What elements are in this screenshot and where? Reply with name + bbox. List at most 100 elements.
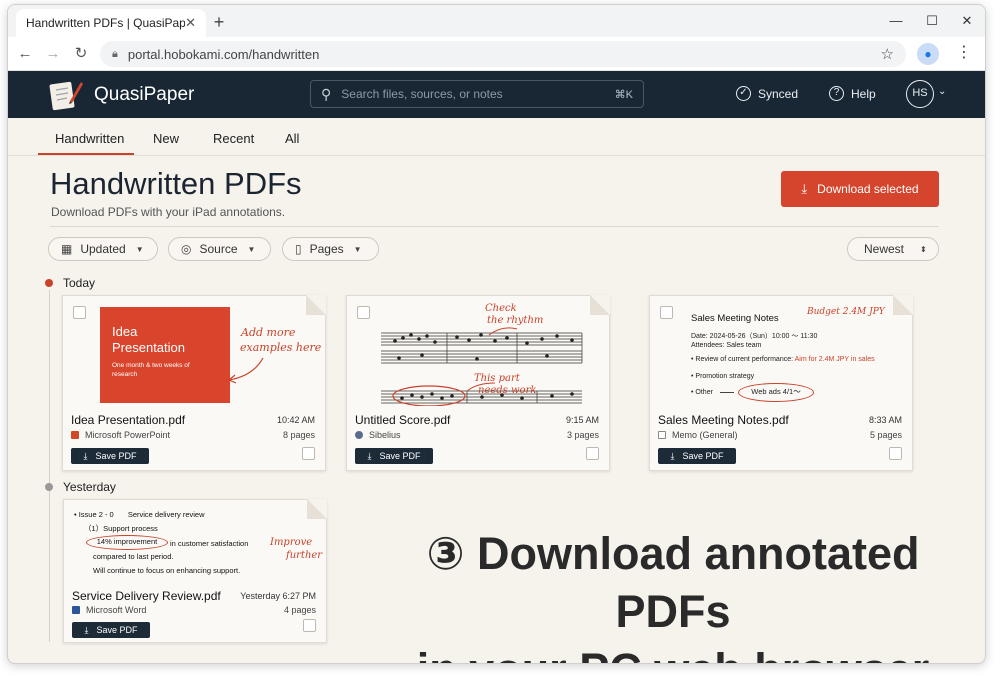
page-title: Handwritten PDFs <box>50 166 302 201</box>
help-link[interactable]: ? Help <box>829 86 876 101</box>
select-checkbox-bottom[interactable] <box>889 447 902 460</box>
new-tab-icon[interactable]: + <box>207 11 231 35</box>
annotation-note-1a: Check <box>485 303 517 314</box>
maximize-icon[interactable]: ☐ <box>921 11 943 31</box>
file-name[interactable]: Untitled Score.pdf <box>355 413 450 427</box>
browser-window: Handwritten PDFs | QuasiPaper ✕ + — ☐ ✕ … <box>7 4 986 664</box>
forward-arrow-icon[interactable]: → <box>42 43 64 65</box>
tab-all[interactable]: All <box>285 131 299 146</box>
chevron-down-icon[interactable]: ⌄ <box>938 86 946 97</box>
doc-line-4: compared to last period. <box>93 552 174 561</box>
search-icon: ⚲ <box>321 85 332 102</box>
page-fold <box>590 295 610 315</box>
slide-sub-1: One month & two weeks of <box>112 362 190 369</box>
browser-tab[interactable]: Handwritten PDFs | QuasiPaper ✕ <box>16 9 206 37</box>
filter-updated[interactable]: ▦ Updated ▼ <box>48 237 158 261</box>
file-card-sales-meeting-notes[interactable]: Sales Meeting Notes Budget 2.4M JPY Date… <box>649 295 913 471</box>
tab-recent[interactable]: Recent <box>213 131 254 146</box>
memo-bullet-2: • Promotion strategy <box>691 373 755 380</box>
select-checkbox[interactable] <box>660 306 673 319</box>
memo-icon <box>658 431 666 439</box>
search-box[interactable]: ⚲ Search files, sources, or notes ⌘K <box>310 80 644 108</box>
nav-tabs: Handwritten New Recent All <box>8 118 985 156</box>
annotation-note-2: examples here <box>240 341 322 354</box>
browser-menu-icon[interactable]: ⋮ <box>956 42 972 62</box>
tab-handwritten[interactable]: Handwritten <box>55 131 124 146</box>
select-checkbox-bottom[interactable] <box>303 619 316 632</box>
save-pdf-button[interactable]: ⤓ Save PDF <box>355 448 433 464</box>
file-name[interactable]: Sales Meeting Notes.pdf <box>658 413 789 427</box>
annotation-arrow-icon <box>228 357 264 384</box>
save-pdf-label: Save PDF <box>96 625 138 635</box>
doc-line-5: Will continue to focus on enhancing supp… <box>93 566 241 575</box>
select-checkbox-bottom[interactable] <box>302 447 315 460</box>
file-time: Yesterday 6:27 PM <box>240 591 316 601</box>
filter-pages-label: Pages <box>309 242 344 256</box>
tagline-line-1: ③ Download annotated PDFs <box>426 528 920 637</box>
page-subtitle: Download PDFs with your iPad annotations… <box>51 205 286 219</box>
annotation-note-2a: This part <box>474 373 520 384</box>
save-pdf-button[interactable]: ⤓ Save PDF <box>658 448 736 464</box>
annotation-note-2b: needs work <box>478 385 537 396</box>
page-fold <box>306 295 326 315</box>
memo-circled: Web ads 4/1～ <box>738 383 814 402</box>
sort-select[interactable]: Newest ⬍ <box>847 237 939 261</box>
file-card-idea-presentation[interactable]: Idea Presentation One month & two weeks … <box>62 295 326 471</box>
save-pdf-button[interactable]: ⤓ Save PDF <box>71 448 149 464</box>
caret-down-icon: ▼ <box>247 244 256 254</box>
annotation-note-1: Improve <box>270 537 313 548</box>
memo-bullet-1-note: Aim for 2.4M JPY in sales <box>794 356 875 363</box>
close-tab-icon[interactable]: ✕ <box>185 15 196 31</box>
tab-new[interactable]: New <box>153 131 179 146</box>
user-avatar[interactable]: HS <box>906 80 934 108</box>
profile-icon[interactable]: ● <box>917 43 939 65</box>
memo-bullet-1-text: Review of current performance: <box>695 356 794 363</box>
save-pdf-label: Save PDF <box>379 451 421 461</box>
file-pages: 8 pages <box>282 430 315 440</box>
slide-title-1: Idea <box>112 324 138 339</box>
filter-source[interactable]: ◎ Source ▼ <box>168 237 271 261</box>
minimize-icon[interactable]: — <box>885 11 907 31</box>
doc-line-1: • Issue 2 - 0 Service delivery review <box>74 510 205 519</box>
save-pdf-button[interactable]: ⤓ Save PDF <box>72 622 150 638</box>
back-arrow-icon[interactable]: ← <box>14 43 36 65</box>
file-source: Sibelius <box>355 430 401 440</box>
file-source-label: Microsoft PowerPoint <box>85 430 171 440</box>
filter-pages[interactable]: ▯ Pages ▼ <box>282 237 379 261</box>
file-source: Memo (General) <box>658 430 738 440</box>
app-brand[interactable]: QuasiPaper <box>94 84 194 106</box>
select-checkbox[interactable] <box>73 306 86 319</box>
window-close-icon[interactable]: ✕ <box>956 11 978 31</box>
search-placeholder: Search files, sources, or notes <box>341 87 503 101</box>
file-card-untitled-score[interactable]: Check the rhythm This part needs work Un… <box>346 295 610 471</box>
slide-title-2: Presentation <box>112 340 185 355</box>
memo-bullet-1: • Review of current performance: Aim for… <box>691 356 875 363</box>
lock-icon: 🔒︎ <box>112 47 118 60</box>
select-checkbox[interactable] <box>357 306 370 319</box>
select-checkbox-bottom[interactable] <box>586 447 599 460</box>
doc-line-2: （1）Support process <box>84 524 158 533</box>
file-name[interactable]: Idea Presentation.pdf <box>71 413 185 427</box>
divider <box>50 226 939 227</box>
memo-bullet-2-text: Promotion strategy <box>695 373 755 380</box>
download-selected-button[interactable]: ⤓ Download selected <box>781 171 939 207</box>
bookmark-star-icon[interactable]: ☆ <box>881 45 894 63</box>
file-card-service-delivery-review[interactable]: • Issue 2 - 0 Service delivery review （1… <box>63 499 327 643</box>
browser-tab-title: Handwritten PDFs | QuasiPaper <box>26 16 186 30</box>
source-icon: ◎ <box>181 242 192 256</box>
synced-status[interactable]: ✓ Synced <box>736 86 798 101</box>
address-bar[interactable]: 🔒︎ portal.hobokami.com/handwritten ☆ <box>100 41 906 67</box>
file-name[interactable]: Service Delivery Review.pdf <box>72 589 221 603</box>
filter-source-label: Source <box>199 242 238 256</box>
file-source-label: Sibelius <box>369 430 401 440</box>
doc-circled: 14% improvement <box>86 535 168 550</box>
word-icon <box>72 606 80 614</box>
section-yesterday: Yesterday <box>63 480 116 494</box>
memo-heading: Sales Meeting Notes <box>691 313 779 324</box>
reload-icon[interactable]: ↻ <box>70 43 92 65</box>
timeline-line <box>49 290 50 642</box>
file-pages: 4 pages <box>283 605 316 615</box>
memo-date: Date: 2024-05-26（Sun）10:00 ～ 11:30 <box>691 333 818 340</box>
file-source-label: Microsoft Word <box>86 605 147 615</box>
file-time: 10:42 AM <box>276 415 315 425</box>
